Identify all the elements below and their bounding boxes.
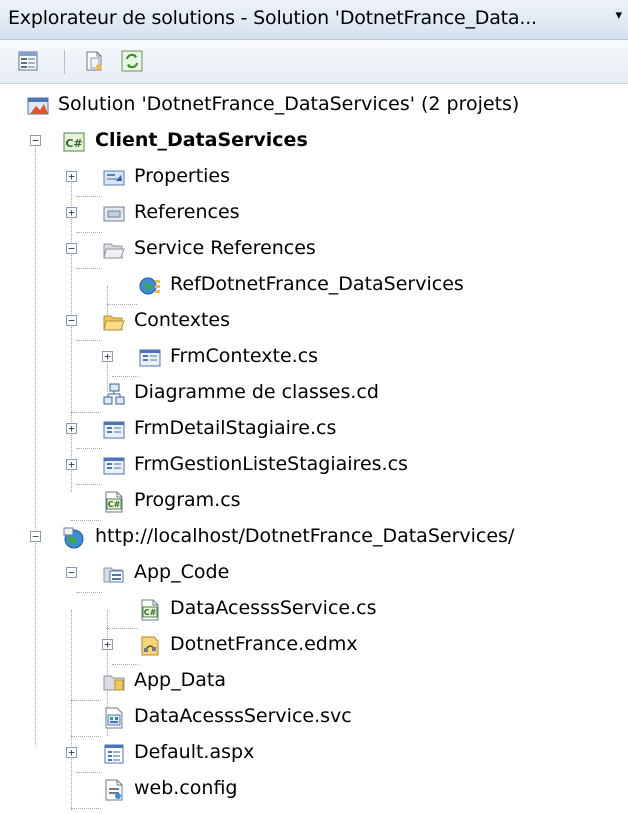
collapse-icon[interactable]: − bbox=[30, 531, 41, 542]
tree-item-label: RefDotnetFrance_DataServices bbox=[170, 273, 464, 295]
tree-item-label: DataAcesssService.cs bbox=[170, 597, 377, 619]
tree-item-app-code[interactable]: − App_Code bbox=[0, 556, 628, 592]
svg-text:C#: C# bbox=[144, 608, 157, 617]
csharp-file-icon: C# bbox=[138, 598, 162, 622]
tree-connector bbox=[71, 808, 101, 809]
collapse-icon[interactable]: − bbox=[66, 567, 77, 578]
show-all-files-icon[interactable] bbox=[82, 49, 106, 73]
tree-item-frm-gestion-liste[interactable]: + FrmGestionListeStagiaires.cs bbox=[0, 448, 628, 484]
tree-item-label: App_Code bbox=[134, 561, 230, 583]
tree-item-data-access-cs[interactable]: C# DataAcesssService.cs bbox=[0, 592, 628, 628]
csharp-project-icon: C# bbox=[62, 130, 86, 154]
tree-item-edmx[interactable]: + DotnetFrance.edmx bbox=[0, 628, 628, 664]
expand-icon[interactable]: + bbox=[66, 747, 77, 758]
toolbar-separator bbox=[64, 50, 65, 74]
tree-item-label: DataAcesssService.svc bbox=[134, 705, 352, 727]
tree-item-references[interactable]: + References bbox=[0, 196, 628, 232]
config-file-icon bbox=[102, 778, 126, 802]
csharp-file-icon: C# bbox=[102, 490, 126, 514]
folder-open-icon bbox=[102, 238, 126, 262]
app-data-folder-icon bbox=[102, 670, 126, 694]
tree-item-label: Solution 'DotnetFrance_DataServices' (2 … bbox=[58, 93, 520, 115]
tree-item-label: web.config bbox=[134, 777, 238, 799]
tree-item-service-references[interactable]: − Service References bbox=[0, 232, 628, 268]
tree-item-label: Properties bbox=[134, 165, 231, 187]
tree-item-label: Client_DataServices bbox=[95, 129, 308, 151]
expand-icon[interactable]: + bbox=[66, 171, 77, 182]
tree-item-properties[interactable]: + Properties bbox=[0, 160, 628, 196]
tree-item-frm-detail-stagiaire[interactable]: + FrmDetailStagiaire.cs bbox=[0, 412, 628, 448]
tree-item-frm-contexte[interactable]: + FrmContexte.cs bbox=[0, 340, 628, 376]
service-reference-globe-icon bbox=[138, 274, 162, 298]
window-position-dropdown-icon[interactable]: ▾ bbox=[615, 8, 622, 23]
tree-item-label: FrmGestionListeStagiaires.cs bbox=[134, 453, 408, 475]
form-file-icon bbox=[102, 418, 126, 442]
class-diagram-icon bbox=[102, 382, 126, 406]
properties-icon[interactable] bbox=[16, 49, 40, 73]
tree-item-solution[interactable]: Solution 'DotnetFrance_DataServices' (2 … bbox=[0, 88, 628, 124]
web-project-globe-icon bbox=[62, 526, 86, 550]
tree-item-client-project[interactable]: − C# Client_DataServices bbox=[0, 124, 628, 160]
collapse-icon[interactable]: − bbox=[66, 243, 77, 254]
tree-item-app-data[interactable]: App_Data bbox=[0, 664, 628, 700]
tree-item-label: Diagramme de classes.cd bbox=[134, 381, 379, 403]
tree-item-label: Program.cs bbox=[134, 489, 241, 511]
form-file-icon bbox=[138, 346, 162, 370]
tree-item-label: Contextes bbox=[134, 309, 231, 331]
svg-text:C#: C# bbox=[108, 500, 121, 509]
tree-item-web-config[interactable]: web.config bbox=[0, 772, 628, 808]
tree-item-label: FrmDetailStagiaire.cs bbox=[134, 417, 337, 439]
app-code-folder-icon bbox=[102, 562, 126, 586]
tree-item-data-access-svc[interactable]: DataAcesssService.svc bbox=[0, 700, 628, 736]
svg-text:C#: C# bbox=[65, 137, 82, 150]
tree-item-label: App_Data bbox=[134, 669, 226, 691]
tree-item-program[interactable]: C# Program.cs bbox=[0, 484, 628, 520]
expand-icon[interactable]: + bbox=[66, 207, 77, 218]
collapse-icon[interactable]: − bbox=[30, 135, 41, 146]
entity-model-icon bbox=[138, 634, 162, 658]
aspx-file-icon bbox=[102, 742, 126, 766]
tree-item-label: FrmContexte.cs bbox=[170, 345, 319, 367]
expand-icon[interactable]: + bbox=[66, 459, 77, 470]
tree-item-label: References bbox=[134, 201, 240, 223]
refresh-icon[interactable] bbox=[120, 49, 144, 73]
expand-icon[interactable]: + bbox=[102, 639, 113, 650]
properties-folder-icon bbox=[102, 166, 126, 190]
tree-item-diagramme[interactable]: Diagramme de classes.cd bbox=[0, 376, 628, 412]
collapse-icon[interactable]: − bbox=[66, 315, 77, 326]
references-folder-icon bbox=[102, 202, 126, 226]
folder-open-icon bbox=[102, 310, 126, 334]
tree-item-default-aspx[interactable]: + Default.aspx bbox=[0, 736, 628, 772]
solution-icon bbox=[26, 94, 50, 118]
expand-icon[interactable]: + bbox=[66, 423, 77, 434]
tree-item-label: DotnetFrance.edmx bbox=[170, 633, 358, 655]
tree-item-label: http://localhost/DotnetFrance_DataServic… bbox=[95, 525, 515, 547]
window-title: Explorateur de solutions - Solution 'Dot… bbox=[8, 7, 537, 29]
form-file-icon bbox=[102, 454, 126, 478]
expand-icon[interactable]: + bbox=[102, 351, 113, 362]
tree-item-contextes[interactable]: − Contextes bbox=[0, 304, 628, 340]
solution-tree: Solution 'DotnetFrance_DataServices' (2 … bbox=[0, 84, 628, 814]
svc-file-icon bbox=[102, 706, 126, 730]
tree-item-web-project[interactable]: − http://localhost/DotnetFrance_DataServ… bbox=[0, 520, 628, 556]
solution-explorer-toolbar bbox=[0, 40, 628, 84]
solution-explorer-titlebar: Explorateur de solutions - Solution 'Dot… bbox=[0, 0, 628, 40]
tree-item-label: Default.aspx bbox=[134, 741, 255, 763]
tree-item-label: Service References bbox=[134, 237, 316, 259]
tree-item-ref-dotnet-france[interactable]: RefDotnetFrance_DataServices bbox=[0, 268, 628, 304]
